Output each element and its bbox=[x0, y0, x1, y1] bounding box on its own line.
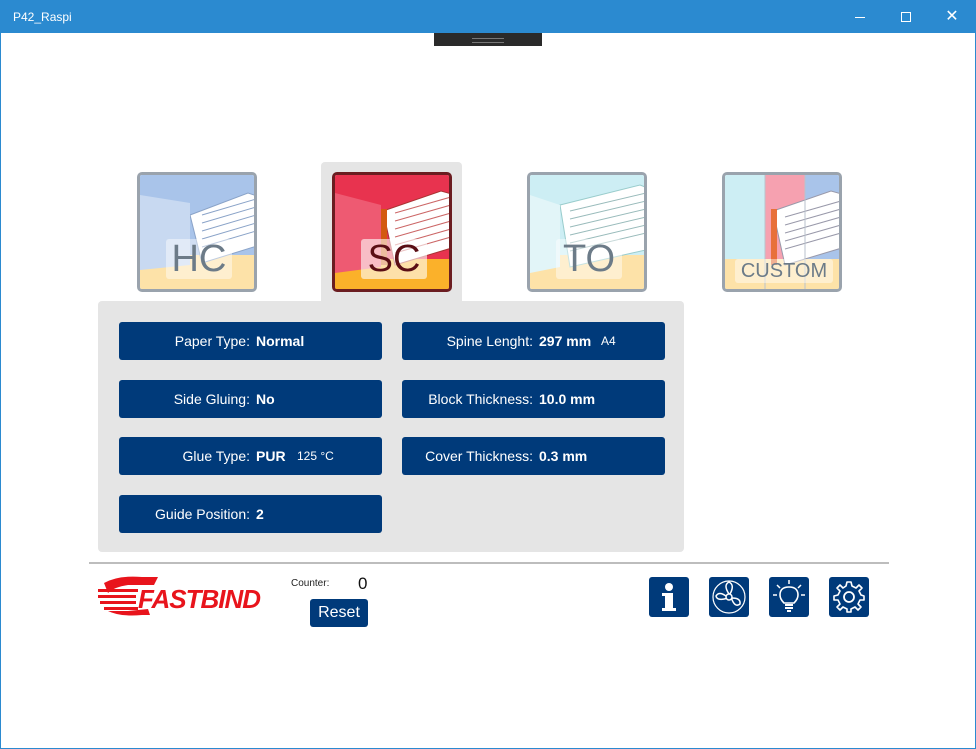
info-icon bbox=[662, 583, 676, 611]
cover-thickness-value: 0.3 mm bbox=[539, 448, 588, 464]
glue-type-button[interactable]: Glue Type: PUR 125 °C bbox=[119, 437, 382, 475]
spine-length-label: Spine Lenght: bbox=[446, 333, 533, 349]
minimize-button[interactable] bbox=[837, 1, 883, 33]
fastbind-logo-text: FASTBIND bbox=[138, 584, 261, 614]
counter-value: 0 bbox=[358, 574, 368, 593]
mode-sc-label: SC bbox=[361, 239, 427, 279]
maximize-icon bbox=[901, 12, 911, 22]
footer-divider bbox=[89, 562, 889, 564]
app-window: P42_Raspi ✕ HC SC TO CUSTOM Paper Type: … bbox=[0, 0, 976, 749]
guide-position-label: Guide Position: bbox=[155, 506, 250, 522]
lightbulb-icon bbox=[773, 580, 805, 612]
side-gluing-value: No bbox=[256, 391, 275, 407]
mode-to-button[interactable]: TO bbox=[527, 172, 647, 292]
close-icon: ✕ bbox=[945, 8, 959, 25]
side-gluing-label: Side Gluing: bbox=[173, 391, 250, 407]
paper-type-value: Normal bbox=[256, 333, 305, 349]
paper-format: A4 bbox=[601, 334, 616, 348]
info-button[interactable] bbox=[649, 577, 689, 617]
paper-type-button[interactable]: Paper Type: Normal bbox=[119, 322, 382, 360]
fastbind-logo: FASTBIND bbox=[98, 575, 261, 619]
glue-temperature: 125 °C bbox=[297, 449, 334, 463]
mode-to-label: TO bbox=[556, 239, 622, 279]
mode-custom-label: CUSTOM bbox=[735, 259, 833, 283]
paper-type-label: Paper Type: bbox=[174, 333, 250, 349]
guide-position-button[interactable]: Guide Position: 2 bbox=[119, 495, 382, 533]
fan-icon bbox=[712, 580, 746, 614]
minimize-icon bbox=[855, 16, 865, 18]
maximize-button[interactable] bbox=[883, 1, 929, 33]
spine-length-value: 297 mm bbox=[539, 333, 592, 349]
title-bar[interactable]: P42_Raspi ✕ bbox=[1, 1, 975, 33]
spine-length-button[interactable]: Spine Lenght: 297 mm A4 bbox=[402, 322, 665, 360]
block-thickness-button[interactable]: Block Thickness: 10.0 mm bbox=[402, 380, 665, 418]
drawer-handle[interactable] bbox=[434, 33, 542, 46]
gear-icon bbox=[833, 581, 865, 613]
counter-label: Counter: bbox=[291, 578, 330, 589]
close-button[interactable]: ✕ bbox=[929, 1, 975, 33]
side-gluing-button[interactable]: Side Gluing: No bbox=[119, 380, 382, 418]
window-title: P42_Raspi bbox=[13, 10, 72, 24]
mode-custom-button[interactable]: CUSTOM bbox=[722, 172, 842, 292]
light-button[interactable] bbox=[769, 577, 809, 617]
mode-hc-button[interactable]: HC bbox=[137, 172, 257, 292]
mode-hc-label: HC bbox=[166, 239, 232, 279]
fan-button[interactable] bbox=[709, 577, 749, 617]
block-thickness-label: Block Thickness: bbox=[428, 391, 533, 407]
cover-thickness-button[interactable]: Cover Thickness: 0.3 mm bbox=[402, 437, 665, 475]
glue-type-label: Glue Type: bbox=[182, 448, 250, 464]
mode-sc-button[interactable]: SC bbox=[332, 172, 452, 292]
block-thickness-value: 10.0 mm bbox=[539, 391, 596, 407]
cover-thickness-label: Cover Thickness: bbox=[425, 448, 533, 464]
settings-button[interactable] bbox=[829, 577, 869, 617]
reset-button[interactable]: Reset bbox=[310, 599, 368, 627]
guide-position-value: 2 bbox=[256, 506, 264, 522]
glue-type-value: PUR bbox=[256, 448, 286, 464]
